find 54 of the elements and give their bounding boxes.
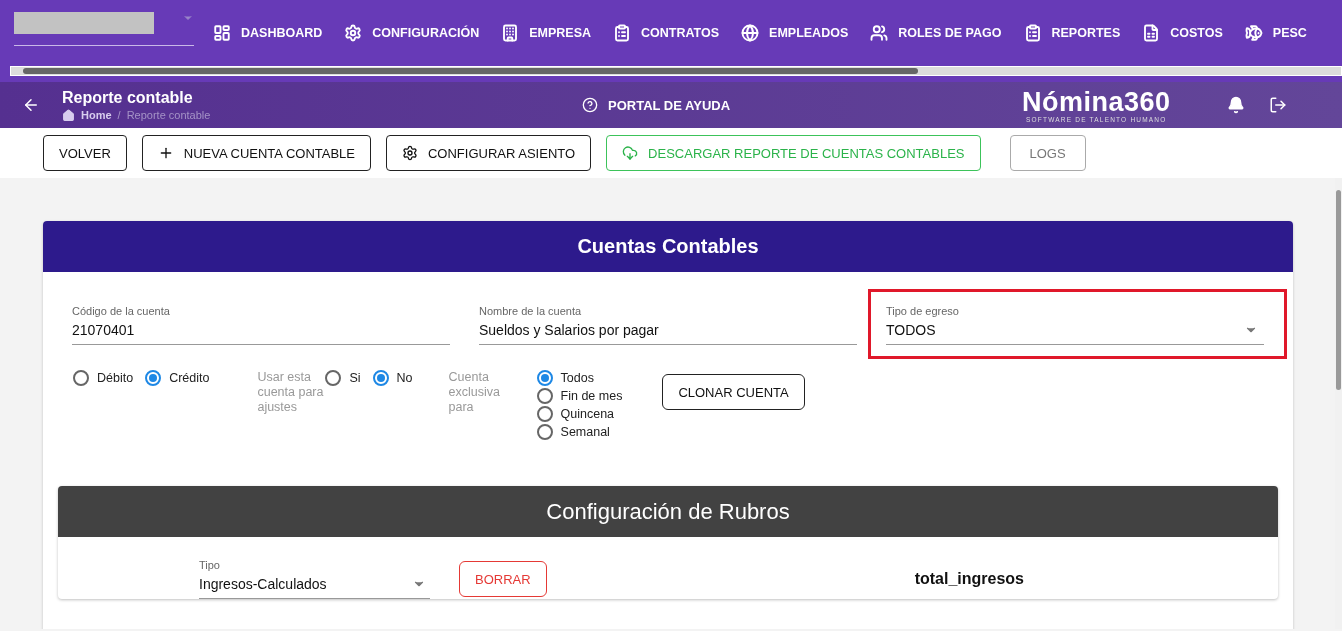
- breadcrumb-link[interactable]: Home: [81, 109, 112, 121]
- nav-icon: [501, 24, 520, 42]
- toolbar-button[interactable]: CONFIGURAR ASIENTO: [386, 135, 592, 171]
- horizontal-scrollbar[interactable]: [10, 66, 1342, 76]
- nav-icon: [870, 24, 889, 42]
- nav-icon: [213, 24, 231, 42]
- help-link[interactable]: PORTAL DE AYUDA: [582, 97, 1022, 113]
- bell-icon[interactable]: [1226, 96, 1245, 114]
- nav-icon: [1244, 24, 1263, 42]
- nav-icon: [1023, 24, 1042, 42]
- settings-icon: [402, 145, 418, 161]
- breadcrumb-separator: /: [117, 109, 121, 121]
- nav-item[interactable]: CONFIGURACIÓN: [333, 24, 491, 42]
- clone-button[interactable]: CLONAR CUENTA: [662, 374, 805, 410]
- card-title: Cuentas Contables: [43, 221, 1293, 272]
- logo: Nómina360: [1022, 87, 1171, 116]
- toolbar-button[interactable]: LOGS: [1009, 135, 1086, 171]
- radio-option[interactable]: Si: [325, 370, 361, 386]
- radio-option[interactable]: Fin de mes: [536, 388, 623, 404]
- nav-item[interactable]: DASHBOARD: [202, 24, 334, 42]
- nav-item[interactable]: PESC: [1233, 24, 1318, 42]
- help-icon: [582, 97, 598, 113]
- section-title: Configuración de Rubros: [58, 486, 1278, 537]
- group-label: Cuenta exclusiva para: [448, 370, 501, 415]
- radio-option[interactable]: No: [372, 370, 413, 386]
- cloud-download-icon: [622, 145, 639, 161]
- select-field[interactable]: Tipo Ingresos-Calculados: [199, 559, 430, 599]
- nav-item[interactable]: EMPLEADOS: [730, 24, 860, 42]
- toolbar-button[interactable]: NUEVA CUENTA CONTABLE: [141, 135, 371, 171]
- radio-option[interactable]: Débito: [73, 370, 134, 386]
- radio-option[interactable]: Todos: [536, 370, 623, 386]
- page-title: Reporte contable: [62, 88, 194, 107]
- nav-icon: [613, 24, 632, 42]
- radio-option[interactable]: Crédito: [145, 370, 210, 386]
- nav-item[interactable]: EMPRESA: [490, 24, 603, 42]
- select-field[interactable]: Tipo de egreso TODOS: [886, 305, 1264, 345]
- home-icon: [62, 108, 75, 122]
- nav-icon: [1142, 24, 1161, 42]
- formula-text: total_ingresos: [914, 570, 1024, 588]
- company-select[interactable]: [14, 12, 194, 46]
- nav-icon: [344, 24, 363, 42]
- input-field[interactable]: Código de la cuenta 21070401: [72, 305, 450, 345]
- nav-icon: [741, 24, 760, 42]
- radio-option[interactable]: Semanal: [536, 424, 623, 440]
- nav-item[interactable]: COSTOS: [1131, 24, 1234, 42]
- group-label: Usar esta cuenta para ajustes: [257, 370, 325, 415]
- delete-button[interactable]: BORRAR: [459, 561, 547, 597]
- nav-item[interactable]: CONTRATOS: [602, 24, 731, 42]
- radio-option[interactable]: Quincena: [536, 406, 623, 422]
- logout-icon[interactable]: [1268, 96, 1287, 114]
- nav-item[interactable]: ROLES DE PAGO: [859, 24, 1013, 42]
- input-field[interactable]: Nombre de la cuenta Sueldos y Salarios por pagar: [479, 305, 857, 345]
- nav-item[interactable]: REPORTES: [1012, 24, 1132, 42]
- toolbar-button[interactable]: VOLVER: [43, 135, 127, 171]
